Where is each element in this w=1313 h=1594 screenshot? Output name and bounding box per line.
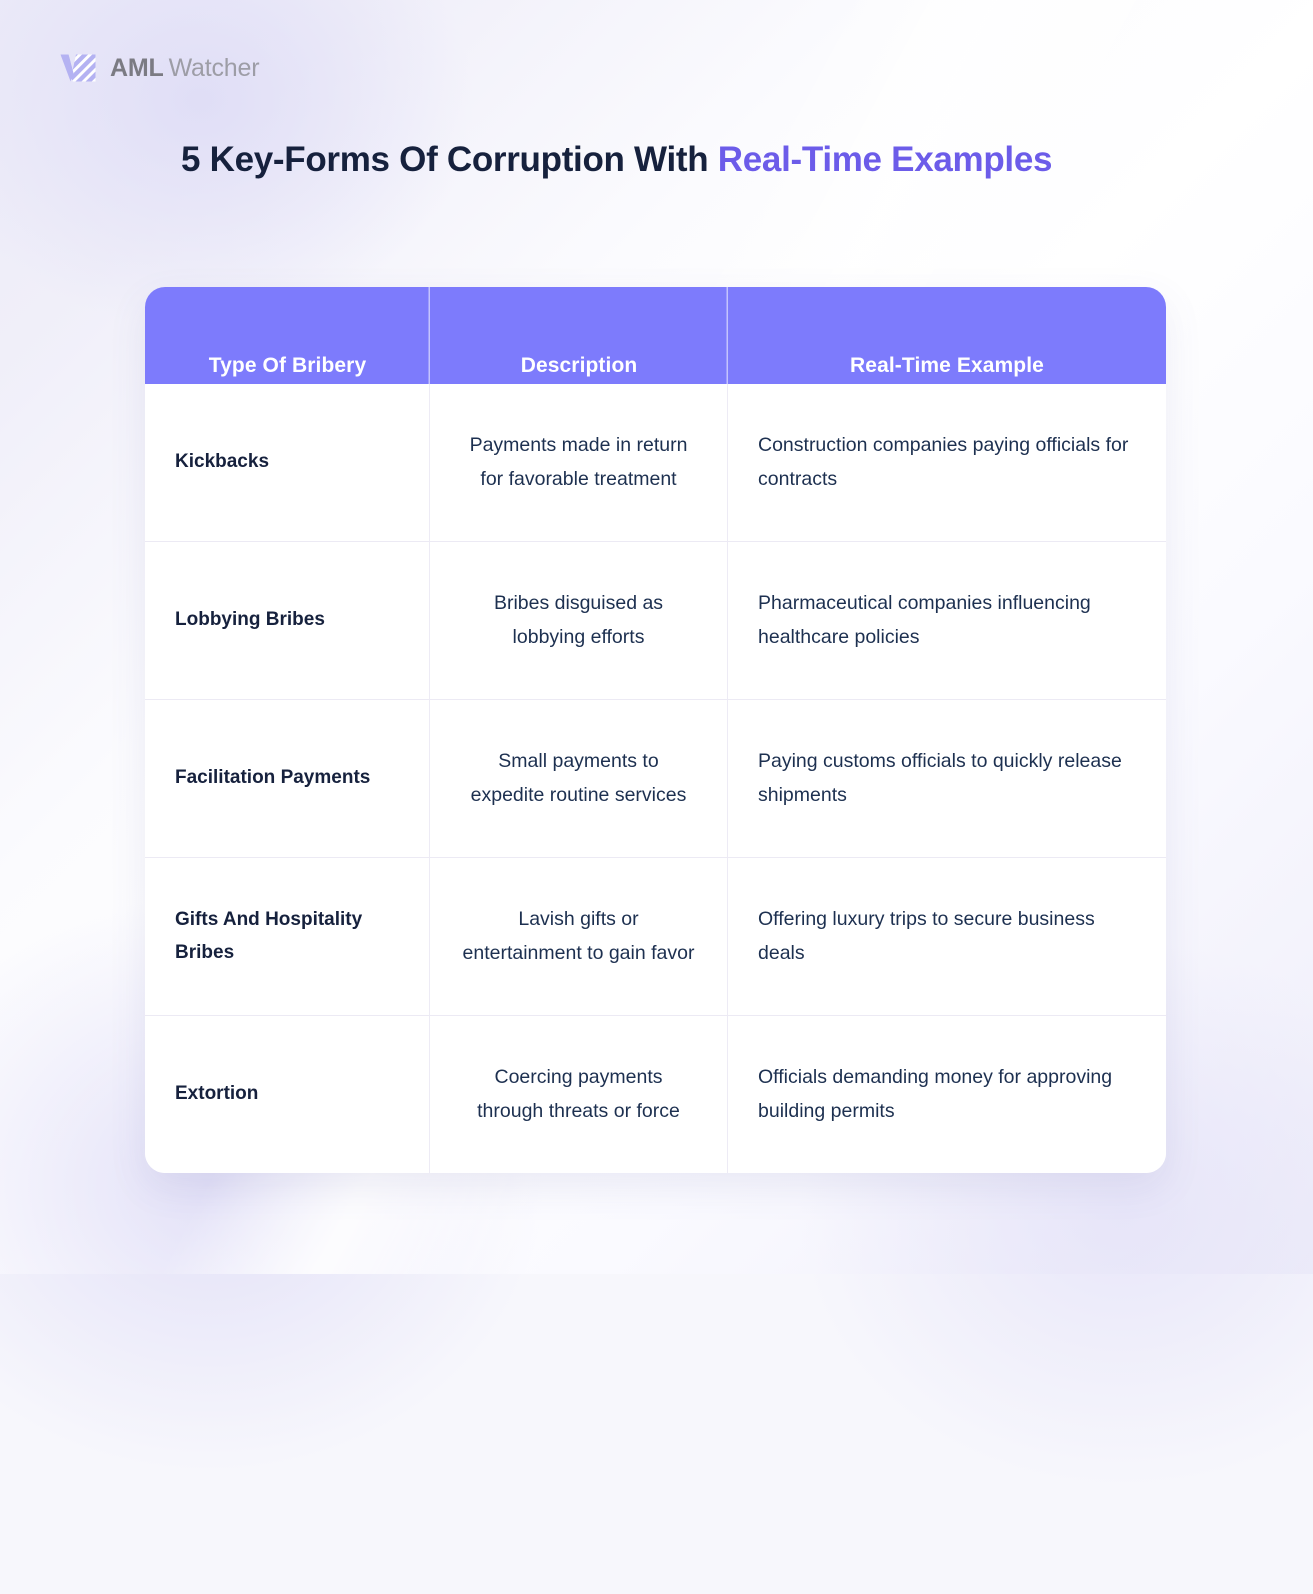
- cell-example: Pharmaceutical companies influencing hea…: [758, 591, 1091, 648]
- table-row: Extortion Coercing payments through thre…: [145, 1016, 1166, 1173]
- cell-type: Lobbying Bribes: [145, 542, 430, 699]
- table-row: Kickbacks Payments made in return for fa…: [145, 384, 1166, 542]
- cell-type: Extortion: [145, 1016, 430, 1173]
- infographic-page: AML Watcher 5 Key-Forms Of Corruption Wit…: [0, 0, 1313, 1594]
- cell-example: Officials demanding money for approving …: [758, 1065, 1113, 1122]
- cell-type: Kickbacks: [145, 384, 430, 541]
- page-title: 5 Key-Forms Of Corruption With Real-Time…: [181, 140, 1052, 180]
- table-row: Gifts And Hospitality Bribes Lavish gift…: [145, 858, 1166, 1016]
- cell-example: Paying customs officials to quickly rele…: [758, 749, 1122, 806]
- cell-type: Facilitation Payments: [145, 700, 430, 857]
- brand-name-bold: AML: [110, 53, 164, 82]
- brand-name-light: Watcher: [168, 53, 260, 82]
- brand-name: AML Watcher: [110, 53, 260, 83]
- cell-description: Small payments to expedite routine servi…: [430, 700, 728, 857]
- table-row: Lobbying Bribes Bribes disguised as lobb…: [145, 542, 1166, 700]
- cell-description: Payments made in return for favorable tr…: [430, 384, 728, 541]
- page-title-lead: 5 Key-Forms Of Corruption With: [181, 140, 718, 179]
- cell-description: Lavish gifts or entertainment to gain fa…: [430, 858, 728, 1015]
- table-header-row: Type Of Bribery Description Real-Time Ex…: [145, 287, 1166, 384]
- cell-description: Coercing payments through threats or for…: [430, 1016, 728, 1173]
- cell-example: Offering luxury trips to secure business…: [758, 907, 1095, 964]
- cell-type: Gifts And Hospitality Bribes: [145, 858, 430, 1015]
- cell-description: Bribes disguised as lobbying efforts: [430, 542, 728, 699]
- table-row: Facilitation Payments Small payments to …: [145, 700, 1166, 858]
- aml-watcher-striped-mark-icon: [60, 54, 96, 82]
- brand-logo: AML Watcher: [58, 48, 260, 88]
- bribery-types-table: Type Of Bribery Description Real-Time Ex…: [145, 287, 1166, 1173]
- cell-example: Construction companies paying officials …: [758, 433, 1129, 490]
- page-title-accent: Real-Time Examples: [717, 140, 1053, 179]
